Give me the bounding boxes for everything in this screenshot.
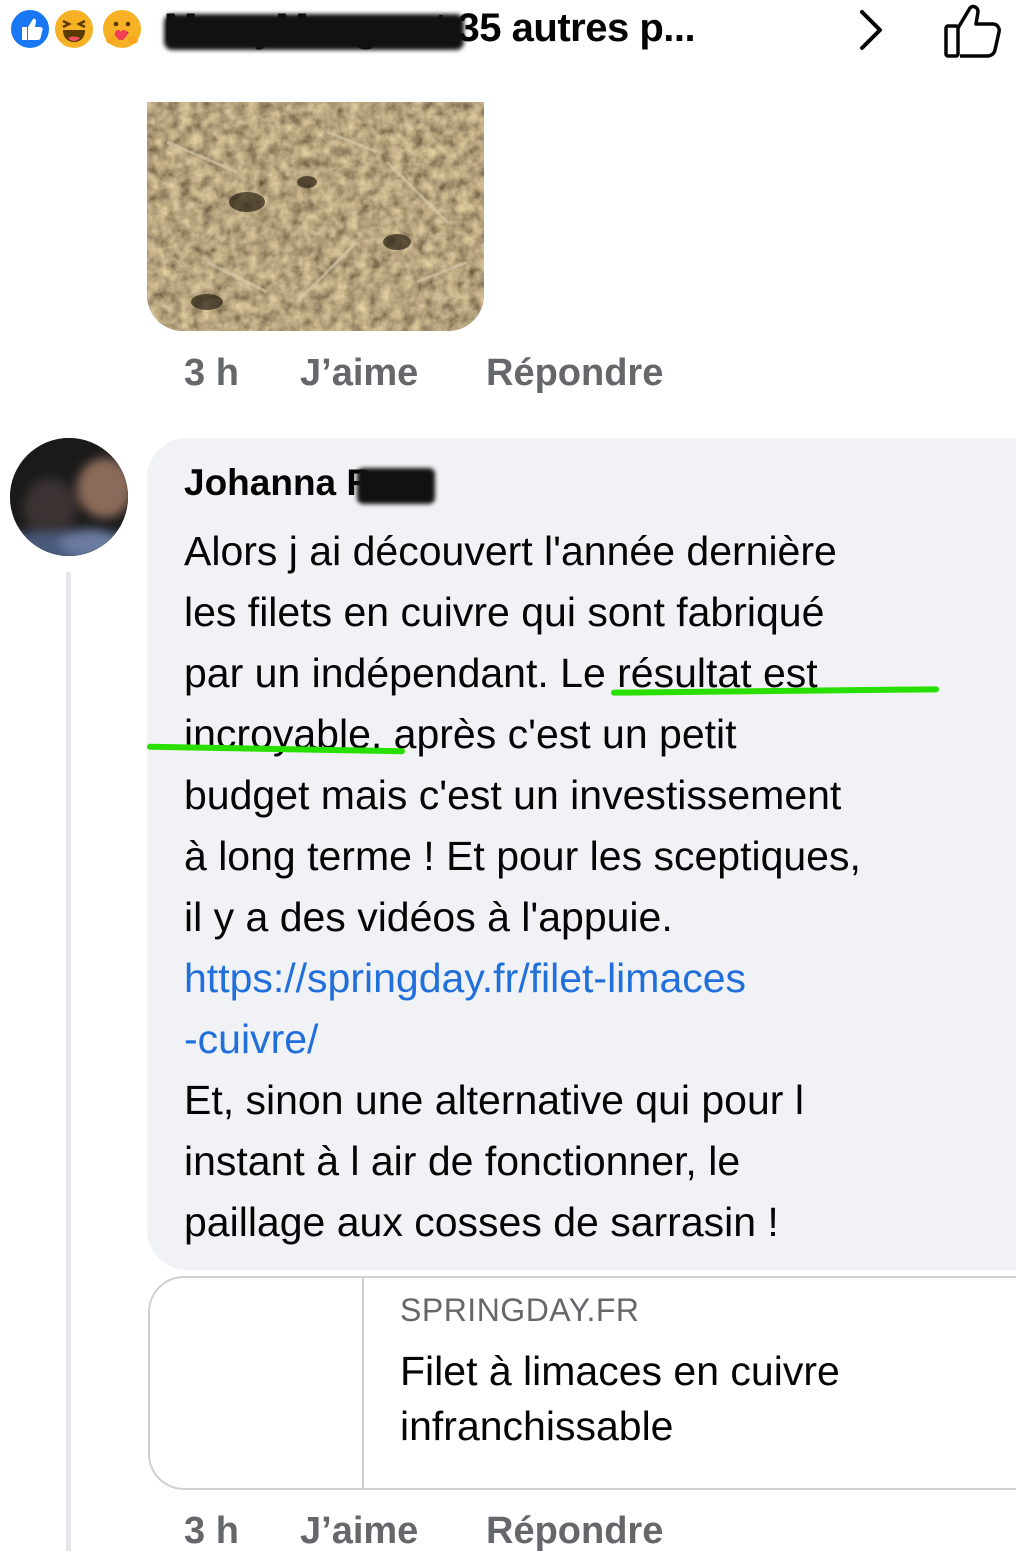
link-preview-thumbnail (362, 1278, 364, 1488)
thread-line (66, 572, 71, 1551)
comment-time: 3 h (184, 352, 239, 394)
comment-photo[interactable] (147, 102, 484, 331)
redacted-name (164, 14, 464, 50)
redacted-surname (357, 468, 435, 504)
comment-body: Alors j ai découvert l'année dernière le… (184, 528, 861, 940)
thumbs-up-outline-icon[interactable] (942, 2, 1004, 60)
like-button[interactable]: J’aime (300, 352, 418, 395)
chevron-right-icon[interactable] (850, 6, 890, 54)
reply-button[interactable]: Répondre (486, 352, 663, 395)
reactions-bar[interactable]: MamyMango et 35 autres p... (0, 0, 1016, 62)
comment-link[interactable]: https://springday.fr/filet-limaces -cuiv… (184, 955, 746, 1062)
comment-author[interactable]: Johanna R (184, 462, 373, 504)
comment-time: 3 h (184, 1510, 239, 1552)
comment-bubble[interactable]: Johanna R Alors j ai découvert l'année d… (146, 438, 1016, 1270)
link-preview-title: Filet à limaces en cuivre infranchissabl… (400, 1348, 840, 1449)
comment-text: Alors j ai découvert l'année dernière le… (184, 521, 994, 1253)
link-preview-domain: SPRINGDAY.FR (400, 1292, 640, 1328)
comment-body-continued: Et, sinon une alternative qui pour l ins… (184, 1077, 804, 1245)
like-icon (8, 7, 52, 51)
like-button[interactable]: J’aime (300, 1510, 418, 1553)
reply-button[interactable]: Répondre (486, 1510, 663, 1553)
avatar[interactable] (10, 438, 128, 556)
haha-icon (52, 7, 96, 51)
care-icon (100, 7, 144, 51)
link-preview-card[interactable]: SPRINGDAY.FR Filet à limaces en cuivre i… (148, 1276, 1016, 1490)
